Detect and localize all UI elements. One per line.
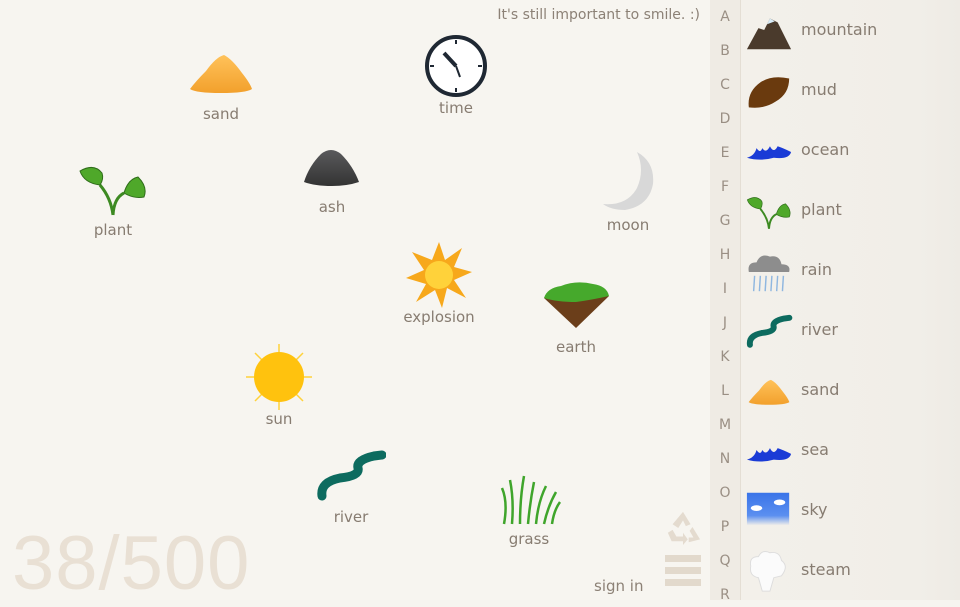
library-item-river[interactable]: river [745, 306, 945, 356]
letter-l[interactable]: L [710, 383, 740, 399]
letter-f[interactable]: F [710, 179, 740, 195]
element-label: sun [265, 410, 293, 428]
library-item-rain[interactable]: rain [745, 246, 945, 296]
sand-icon [176, 37, 266, 107]
earth-icon [531, 270, 621, 340]
letter-a[interactable]: A [710, 9, 740, 25]
letter-c[interactable]: C [710, 77, 740, 93]
workspace-element-explosion[interactable]: explosion [394, 240, 484, 326]
workspace-element-plant[interactable]: plant [68, 153, 158, 239]
letter-q[interactable]: Q [710, 553, 740, 569]
element-label: explosion [403, 308, 475, 326]
element-label: grass [508, 530, 550, 548]
library-item-label: mud [801, 80, 837, 99]
letter-r[interactable]: R [710, 587, 740, 603]
menu-icon[interactable] [665, 555, 701, 591]
library-item-sand[interactable]: sand [745, 366, 945, 416]
clock-icon [411, 31, 501, 101]
element-label: ash [318, 198, 346, 216]
letter-h[interactable]: H [710, 247, 740, 263]
element-label: moon [606, 216, 650, 234]
library-item-steam[interactable]: steam [745, 546, 945, 596]
library-item-label: rain [801, 260, 832, 279]
letter-n[interactable]: N [710, 451, 740, 467]
library-item-sea[interactable]: sea [745, 426, 945, 476]
library-item-label: steam [801, 560, 851, 579]
library-item-label: mountain [801, 20, 878, 39]
sign-in-link[interactable]: sign in [594, 577, 643, 595]
element-label: river [333, 508, 369, 526]
letter-b[interactable]: B [710, 43, 740, 59]
grass-icon [484, 462, 574, 532]
library-item-plant[interactable]: plant [745, 186, 945, 236]
letter-p[interactable]: P [710, 519, 740, 535]
library-item-label: river [801, 320, 838, 339]
letter-e[interactable]: E [710, 145, 740, 161]
letter-i[interactable]: I [710, 281, 740, 297]
element-counter: 38/500 [12, 521, 251, 606]
element-label: sand [202, 105, 240, 123]
plant-icon [68, 153, 158, 223]
letter-m[interactable]: M [710, 417, 740, 433]
sun-icon [234, 342, 324, 412]
letter-g[interactable]: G [710, 213, 740, 229]
element-label: time [439, 99, 473, 117]
workspace-element-ash[interactable]: ash [287, 130, 377, 216]
workspace-element-grass[interactable]: grass [484, 462, 574, 548]
library-item-label: sky [801, 500, 828, 519]
letter-d[interactable]: D [710, 111, 740, 127]
library-item-sky[interactable]: sky [745, 486, 945, 536]
ash-icon [287, 130, 377, 200]
explosion-icon [394, 240, 484, 310]
workspace[interactable]: sand time ash plant moon explosion earth sun riv… [0, 0, 710, 600]
workspace-element-time[interactable]: time [411, 31, 501, 117]
alphabet-index: A B C D E F G H I J K L M N O P Q R [710, 0, 741, 603]
library-item-ocean[interactable]: ocean [745, 126, 945, 176]
workspace-element-earth[interactable]: earth [531, 270, 621, 356]
element-label: earth [556, 338, 596, 356]
library-item-mud[interactable]: mud [745, 66, 945, 116]
library-item-label: ocean [801, 140, 850, 159]
library-item-label: plant [801, 200, 842, 219]
library-item-mountain[interactable]: mountain [745, 6, 945, 56]
workspace-element-moon[interactable]: moon [583, 148, 673, 234]
library-item-label: sand [801, 380, 840, 399]
workspace-element-sun[interactable]: sun [234, 342, 324, 428]
letter-o[interactable]: O [710, 485, 740, 501]
tip-text: It's still important to smile. :) [497, 7, 700, 23]
letter-j[interactable]: J [710, 315, 740, 331]
river-icon [306, 440, 396, 510]
workspace-element-river[interactable]: river [306, 440, 396, 526]
element-library[interactable]: mountain mud ocean plant rain river sand sea sky… [741, 0, 960, 600]
element-label: plant [93, 221, 133, 239]
moon-icon [583, 148, 673, 218]
library-item-label: sea [801, 440, 829, 459]
workspace-element-sand[interactable]: sand [176, 37, 266, 123]
letter-k[interactable]: K [710, 349, 740, 365]
recycle-icon[interactable] [664, 510, 702, 546]
